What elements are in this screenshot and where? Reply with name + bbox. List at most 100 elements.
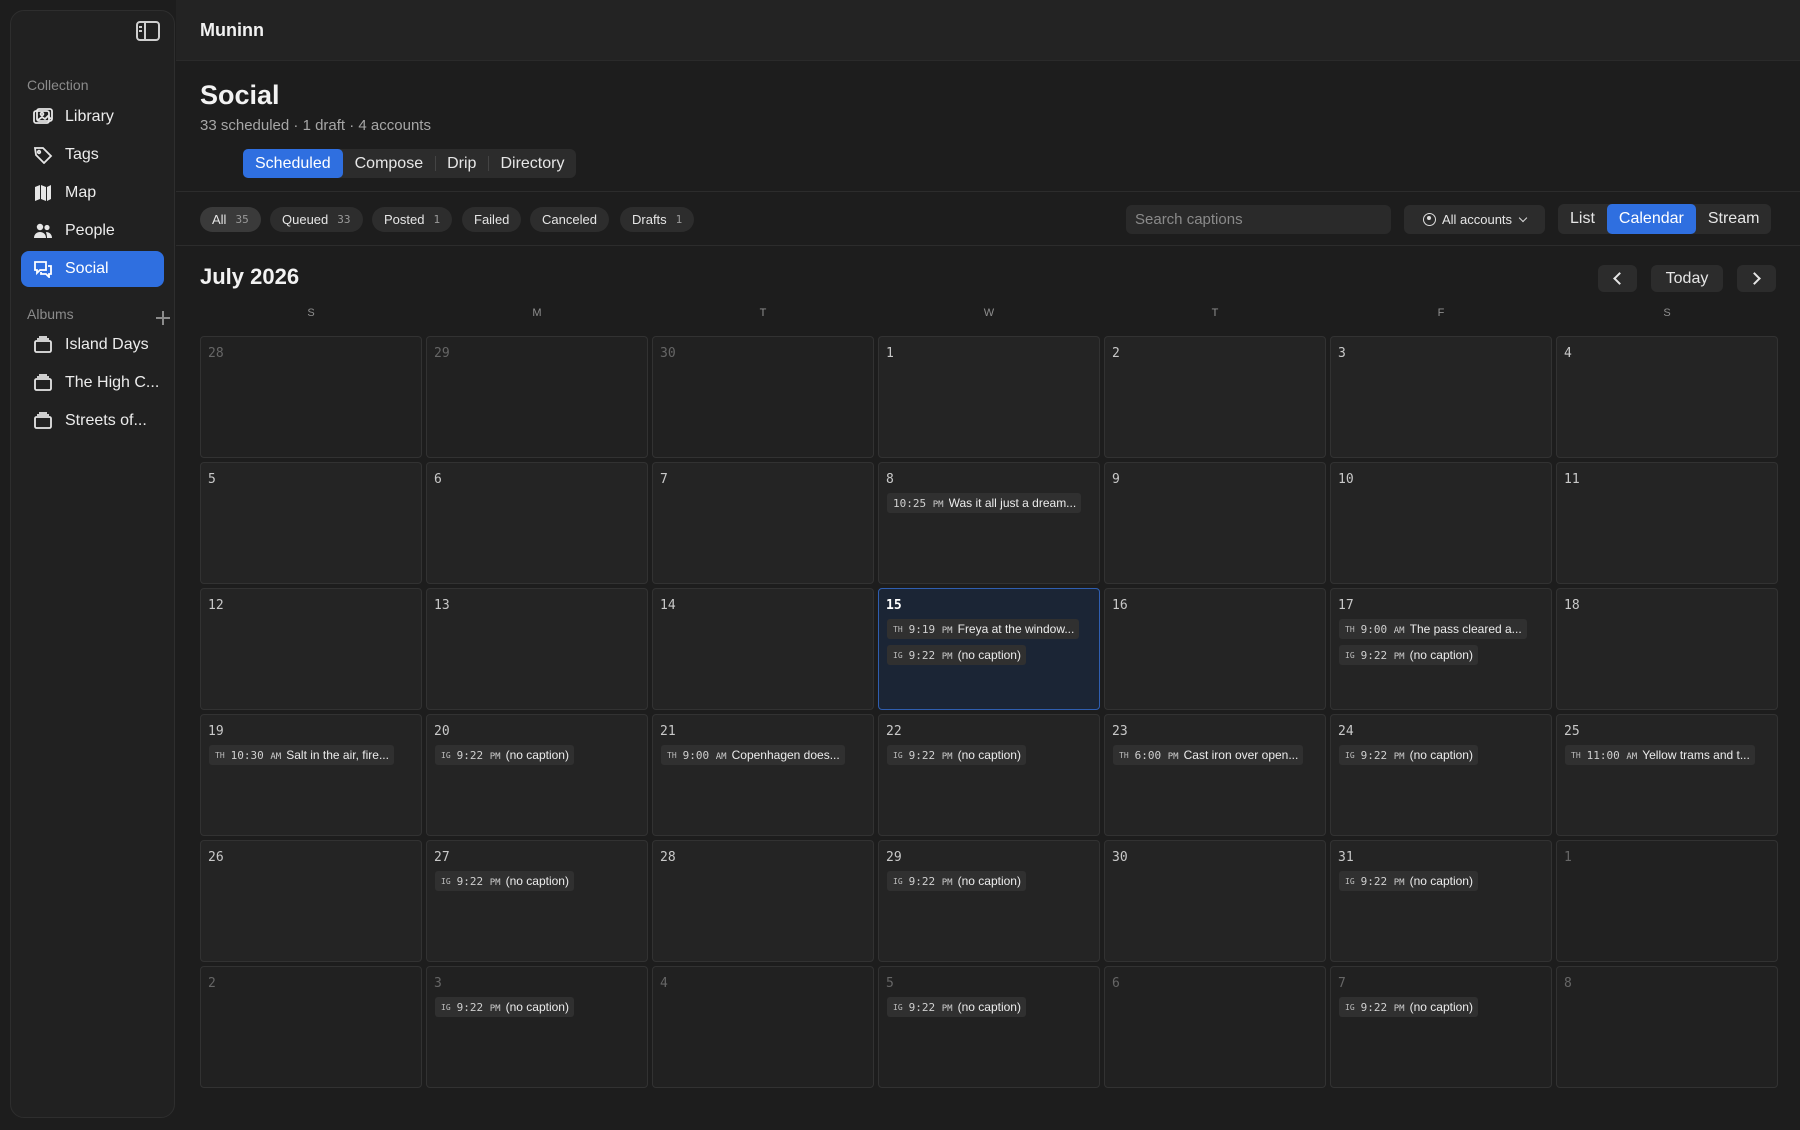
calendar-day[interactable]: 6 [1104,966,1326,1088]
search-input[interactable] [1126,205,1391,234]
calendar-day[interactable]: 30 [1104,840,1326,962]
add-album-icon[interactable] [156,311,170,325]
calendar-day[interactable]: 2 [200,966,422,1088]
scheduled-post-chip[interactable]: IG 9:22 PM (no caption) [435,745,574,765]
calendar-day[interactable]: 7 [652,462,874,584]
calendar-day[interactable]: 3 IG 9:22 PM (no caption) [426,966,648,1088]
calendar-day[interactable]: 9 [1104,462,1326,584]
calendar-day[interactable]: 5 [200,462,422,584]
calendar-day[interactable]: 22 IG 9:22 PM (no caption) [878,714,1100,836]
scheduled-post-chip[interactable]: TH 9:00 AM The pass cleared a... [1339,619,1527,639]
calendar-day-today[interactable]: 15 TH 9:19 PM Freya at the window... IG 9:22 … [878,588,1100,710]
calendar-day[interactable]: 6 [426,462,648,584]
calendar-day[interactable]: 28 [652,840,874,962]
post-time: 9:22 PM [457,875,501,888]
next-month-button[interactable] [1737,265,1776,292]
filter-canceled[interactable]: Canceled [530,207,609,232]
calendar-day[interactable]: 1 [1556,840,1778,962]
calendar-day[interactable]: 31 IG 9:22 PM (no caption) [1330,840,1552,962]
calendar-day[interactable]: 20 IG 9:22 PM (no caption) [426,714,648,836]
calendar-day[interactable]: 1 [878,336,1100,458]
sidebar-item-label: Social [65,260,109,277]
filter-count: 33 [337,213,351,226]
platform-tag: TH [893,624,903,634]
filter-label: Canceled [542,212,597,227]
scheduled-post-chip[interactable]: IG 9:22 PM (no caption) [435,997,574,1017]
calendar-day[interactable]: 12 [200,588,422,710]
calendar-day[interactable]: 17 TH 9:00 AM The pass cleared a... IG 9:22 P… [1330,588,1552,710]
scheduled-post-chip[interactable]: TH 11:00 AM Yellow trams and t... [1565,745,1755,765]
filter-failed[interactable]: Failed [462,207,522,232]
sidebar-album-item[interactable]: Streets of... [21,403,164,439]
scheduled-post-chip[interactable]: TH 9:19 PM Freya at the window... [887,619,1080,639]
tab-directory[interactable]: Directory [488,149,576,178]
calendar-day[interactable]: 29 [426,336,648,458]
sidebar-item-tags[interactable]: Tags [21,137,164,173]
accounts-label: All accounts [1441,212,1513,227]
calendar-day[interactable]: 26 [200,840,422,962]
tab-drip[interactable]: Drip [435,149,488,178]
calendar-day[interactable]: 4 [1556,336,1778,458]
calendar-day[interactable]: 16 [1104,588,1326,710]
calendar-day[interactable]: 5 IG 9:22 PM (no caption) [878,966,1100,1088]
scheduled-post-chip[interactable]: IG 9:22 PM (no caption) [887,645,1026,665]
calendar-day[interactable]: 25 TH 11:00 AM Yellow trams and t... [1556,714,1778,836]
post-time-ampm: PM [941,625,953,636]
calendar-day[interactable]: 8 [1556,966,1778,1088]
sidebar-item-library[interactable]: Library [21,99,164,135]
calendar-day[interactable]: 7 IG 9:22 PM (no caption) [1330,966,1552,1088]
scheduled-post-chip[interactable]: IG 9:22 PM (no caption) [1339,745,1478,765]
calendar-day[interactable]: 11 [1556,462,1778,584]
scheduled-post-chip[interactable]: TH 6:00 PM Cast iron over open... [1113,745,1304,765]
sidebar-item-people[interactable]: People [21,213,164,249]
tab-compose[interactable]: Compose [343,149,435,178]
accounts-dropdown[interactable]: All accounts [1404,205,1545,234]
calendar-day[interactable]: 29 IG 9:22 PM (no caption) [878,840,1100,962]
view-list[interactable]: List [1558,204,1607,234]
calendar-day[interactable]: 13 [426,588,648,710]
filter-drafts[interactable]: Drafts 1 [620,207,695,232]
scheduled-post-chip[interactable]: 10:25 PM Was it all just a dream... [887,493,1082,513]
sidebar-item-social[interactable]: Social [21,251,164,287]
scheduled-post-chip[interactable]: TH 9:00 AM Copenhagen does... [661,745,845,765]
calendar-day[interactable]: 24 IG 9:22 PM (no caption) [1330,714,1552,836]
calendar-day[interactable]: 28 [200,336,422,458]
sidebar-toggle-icon[interactable] [136,21,160,41]
scheduled-post-chip[interactable]: IG 9:22 PM (no caption) [1339,645,1478,665]
view-calendar[interactable]: Calendar [1606,204,1696,234]
calendar-day[interactable]: 18 [1556,588,1778,710]
calendar-day[interactable]: 30 [652,336,874,458]
calendar-day[interactable]: 10 [1330,462,1552,584]
calendar-day[interactable]: 19 TH 10:30 AM Salt in the air, fire... [200,714,422,836]
scheduled-post-chip[interactable]: IG 9:22 PM (no caption) [887,871,1026,891]
prev-month-button[interactable] [1598,265,1637,292]
calendar-day[interactable]: 21 TH 9:00 AM Copenhagen does... [652,714,874,836]
post-time-ampm: PM [489,1003,501,1014]
post-caption: (no caption) [1409,1000,1473,1014]
filter-queued[interactable]: Queued 33 [270,207,363,232]
scheduled-post-chip[interactable]: IG 9:22 PM (no caption) [887,745,1026,765]
sidebar-item-map[interactable]: Map [21,175,164,211]
filter-label: Queued [282,212,329,227]
calendar-day[interactable]: 8 10:25 PM Was it all just a dream... [878,462,1100,584]
day-number: 18 [1564,598,1580,613]
calendar-day[interactable]: 27 IG 9:22 PM (no caption) [426,840,648,962]
scheduled-post-chip[interactable]: IG 9:22 PM (no caption) [1339,997,1478,1017]
calendar-day[interactable]: 3 [1330,336,1552,458]
calendar-day[interactable]: 2 [1104,336,1326,458]
today-button[interactable]: Today [1651,265,1723,292]
scheduled-post-chip[interactable]: TH 10:30 AM Salt in the air, fire... [209,745,394,765]
view-stream[interactable]: Stream [1696,204,1772,234]
filter-all[interactable]: All 35 [200,207,261,232]
scheduled-post-chip[interactable]: IG 9:22 PM (no caption) [1339,871,1478,891]
filter-posted[interactable]: Posted 1 [372,207,453,232]
tab-scheduled[interactable]: Scheduled [243,149,343,178]
sidebar-album-item[interactable]: Island Days [21,327,164,363]
day-number: 22 [886,724,902,739]
scheduled-post-chip[interactable]: IG 9:22 PM (no caption) [887,997,1026,1017]
scheduled-post-chip[interactable]: IG 9:22 PM (no caption) [435,871,574,891]
calendar-day[interactable]: 23 TH 6:00 PM Cast iron over open... [1104,714,1326,836]
calendar-day[interactable]: 4 [652,966,874,1088]
calendar-day[interactable]: 14 [652,588,874,710]
sidebar-album-item[interactable]: The High C... [21,365,164,401]
